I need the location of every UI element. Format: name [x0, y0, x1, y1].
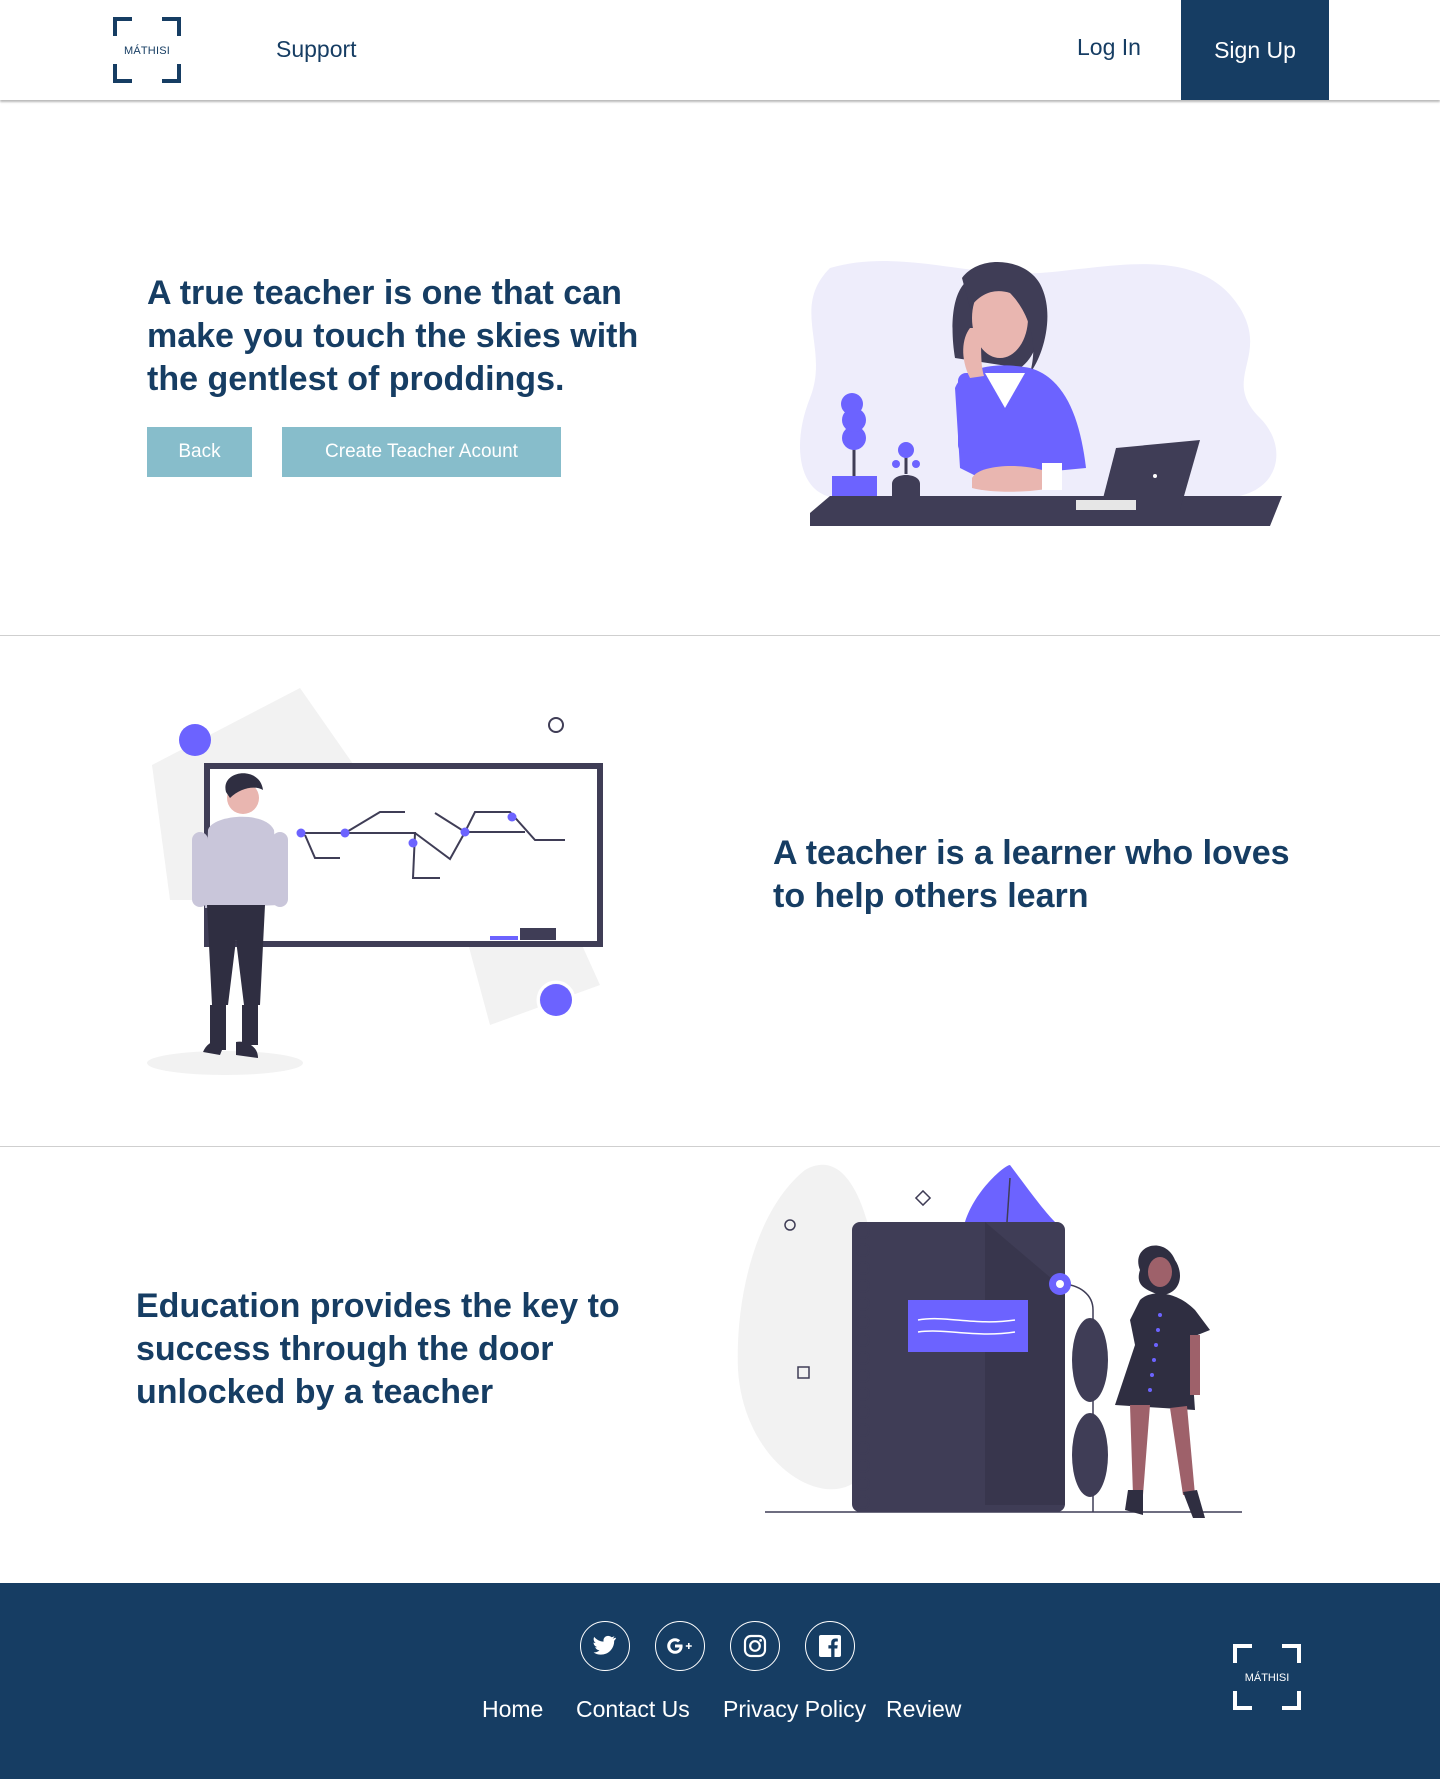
- signup-button[interactable]: Sign Up: [1181, 0, 1329, 100]
- footer-logo-text: MÁTHISI: [1244, 1672, 1290, 1684]
- footer-link-review[interactable]: Review: [886, 1696, 961, 1723]
- instagram-icon[interactable]: [730, 1621, 780, 1671]
- nav-support-link[interactable]: Support: [276, 36, 357, 63]
- footer: Home Contact Us Privacy Policy Review MÁ…: [0, 1583, 1440, 1779]
- top-navbar: MÁTHISI Support Log In Sign Up: [0, 0, 1440, 100]
- google-plus-icon[interactable]: [655, 1621, 705, 1671]
- twitter-icon[interactable]: [580, 1621, 630, 1671]
- footer-link-home[interactable]: Home: [482, 1696, 543, 1723]
- create-teacher-account-button[interactable]: Create Teacher Acount: [282, 427, 561, 477]
- teacher-at-desk-illustration: [800, 261, 1282, 526]
- learner-quote: A teacher is a learner who loves to help…: [773, 834, 1290, 915]
- teacher-whiteboard-illustration: [147, 688, 603, 1075]
- notebook-woman-illustration: [737, 1164, 1242, 1518]
- hero-quote: A true teacher is one that can make you …: [147, 274, 639, 398]
- nav-login-link[interactable]: Log In: [1077, 34, 1141, 61]
- mathisi-logo[interactable]: MÁTHISI: [112, 16, 182, 84]
- back-button[interactable]: Back: [147, 427, 252, 477]
- education-quote: Education provides the key to success th…: [136, 1287, 620, 1411]
- footer-logo[interactable]: MÁTHISI: [1232, 1643, 1302, 1711]
- footer-link-privacy[interactable]: Privacy Policy: [723, 1696, 866, 1723]
- section-divider: [0, 635, 1440, 636]
- logo-text: MÁTHISI: [123, 45, 170, 57]
- section-divider: [0, 1146, 1440, 1147]
- footer-link-contact[interactable]: Contact Us: [576, 1696, 690, 1723]
- facebook-icon[interactable]: [805, 1621, 855, 1671]
